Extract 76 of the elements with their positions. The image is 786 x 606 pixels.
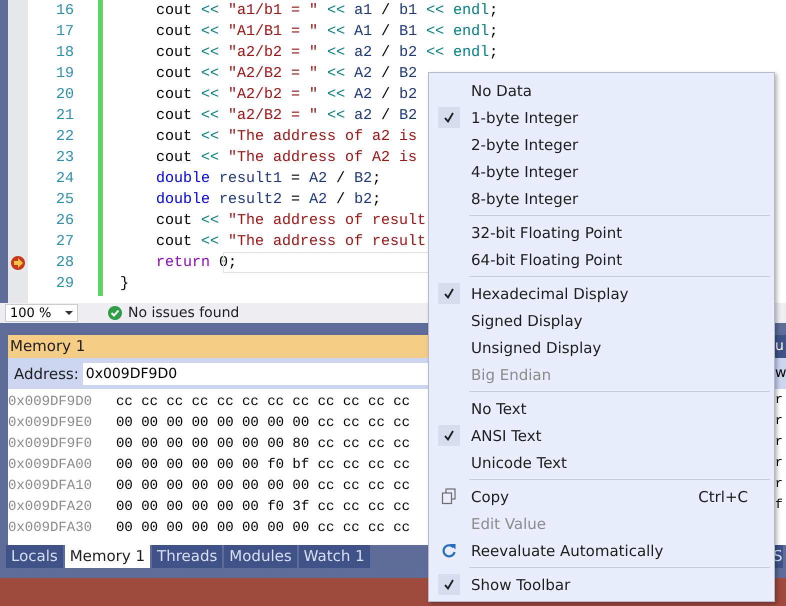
code-line: cout << "The address of A2 is <box>155 148 418 168</box>
code-line: cout << "The address of a2 is <box>155 127 418 147</box>
line-number: 24 <box>54 169 74 189</box>
memory-bytes: cc cc cc cc cc cc cc cc cc cc cc cc <box>116 393 410 412</box>
line-number: 17 <box>54 22 74 42</box>
menu-item[interactable]: 1-byte Integer <box>431 104 774 131</box>
panel-text: r <box>774 391 784 409</box>
menu-item[interactable]: 8-byte Integer <box>431 185 774 212</box>
panel-tab[interactable]: Locals <box>6 545 63 568</box>
panel-tab[interactable]: Memory 1 <box>64 545 150 568</box>
line-number: 20 <box>54 85 74 105</box>
code-line: cout << "a2/b2 = " << a2 / b2 << endl; <box>155 43 498 63</box>
line-number: 23 <box>54 148 74 168</box>
memory-bytes: 00 00 00 00 00 00 f0 bf cc cc cc cc <box>116 456 410 475</box>
memory-address: 0x009DF9D0 <box>8 393 94 412</box>
line-number: 18 <box>54 43 74 63</box>
panel-text: r <box>774 433 784 451</box>
panel-text: f <box>774 496 784 514</box>
memory-bytes: 00 00 00 00 00 00 00 80 cc cc cc cc <box>116 435 410 454</box>
zoom-dropdown[interactable]: 100 % <box>5 304 78 322</box>
code-line: double result1 = A2 / B2; <box>155 169 382 189</box>
memory-address: 0x009DFA00 <box>8 456 94 475</box>
address-label: Address: <box>14 364 79 382</box>
menu-item[interactable]: 2-byte Integer <box>431 131 774 158</box>
memory-bytes: 00 00 00 00 00 00 00 00 cc cc cc cc <box>116 477 410 496</box>
code-line: cout << "The address of result <box>155 232 426 252</box>
menu-item[interactable]: No Text <box>431 395 774 422</box>
code-line: double result2 = A2 / b2; <box>155 190 382 210</box>
line-number: 22 <box>54 127 74 147</box>
code-line: } <box>120 274 130 294</box>
line-number: 19 <box>54 64 74 84</box>
line-number: 28 <box>54 253 74 273</box>
line-number: 21 <box>54 106 74 126</box>
memory-bytes: 00 00 00 00 00 00 00 00 cc cc cc cc <box>116 519 410 538</box>
code-line: cout << "a1/b1 = " << a1 / b1 << endl; <box>155 1 498 21</box>
menu-item[interactable]: Reevaluate Automatically <box>431 537 774 564</box>
menu-item[interactable]: Signed Display <box>431 307 774 334</box>
memory-address: 0x009DFA10 <box>8 477 94 496</box>
panel-tab[interactable]: Threads <box>152 545 222 568</box>
code-line: cout << "A1/B1 = " << A1 / B1 << endl; <box>155 22 498 42</box>
line-number: 29 <box>54 274 74 294</box>
code-line: cout << "A2/B2 = " << A2 / B2 <box>155 64 418 84</box>
menu-item[interactable]: No Data <box>431 77 774 104</box>
menu-item[interactable]: ANSI Text <box>431 422 774 449</box>
line-number: 27 <box>54 232 74 252</box>
line-number: 16 <box>54 1 74 21</box>
memory-address: 0x009DF9E0 <box>8 414 94 433</box>
menu-item[interactable]: Unsigned Display <box>431 334 774 361</box>
panel-tab[interactable]: Watch 1 <box>298 545 370 568</box>
menu-item[interactable]: Show Toolbar <box>431 571 774 598</box>
code-line: cout << "a2/B2 = " << a2 / B2 <box>155 106 418 126</box>
panel-text: r <box>774 454 784 472</box>
menu-item[interactable]: 4-byte Integer <box>431 158 774 185</box>
check-icon <box>108 306 122 320</box>
menu-item[interactable]: 32-bit Floating Point <box>431 219 774 246</box>
menu-item[interactable]: Hexadecimal Display <box>431 280 774 307</box>
panel-text: r <box>774 412 784 430</box>
menu-item[interactable]: Unicode Text <box>431 449 774 476</box>
refresh-icon <box>441 542 457 559</box>
memory-address: 0x009DFA20 <box>8 498 94 517</box>
menu-item[interactable]: 64-bit Floating Point <box>431 246 774 273</box>
memory-address: 0x009DF9F0 <box>8 435 94 454</box>
caret-icon <box>65 311 73 315</box>
shortcut-text: Ctrl+C <box>698 488 748 506</box>
copy-icon <box>441 488 457 505</box>
panel-text: r <box>774 475 784 493</box>
code-line: cout << "A2/b2 = " << A2 / b2 <box>155 85 418 105</box>
memory-bytes: 00 00 00 00 00 00 00 00 cc cc cc cc <box>116 414 410 433</box>
menu-item[interactable]: Copy Ctrl+C <box>431 483 774 510</box>
code-line: cout << "The address of result <box>155 211 426 231</box>
panel-tab[interactable]: Modules <box>224 545 297 568</box>
memory-address: 0x009DFA30 <box>8 519 94 538</box>
memory-bytes: 00 00 00 00 00 00 f0 3f cc cc cc cc <box>116 498 410 517</box>
line-number: 25 <box>54 190 74 210</box>
issues-status: No issues found <box>128 305 240 321</box>
line-number: 26 <box>54 211 74 231</box>
